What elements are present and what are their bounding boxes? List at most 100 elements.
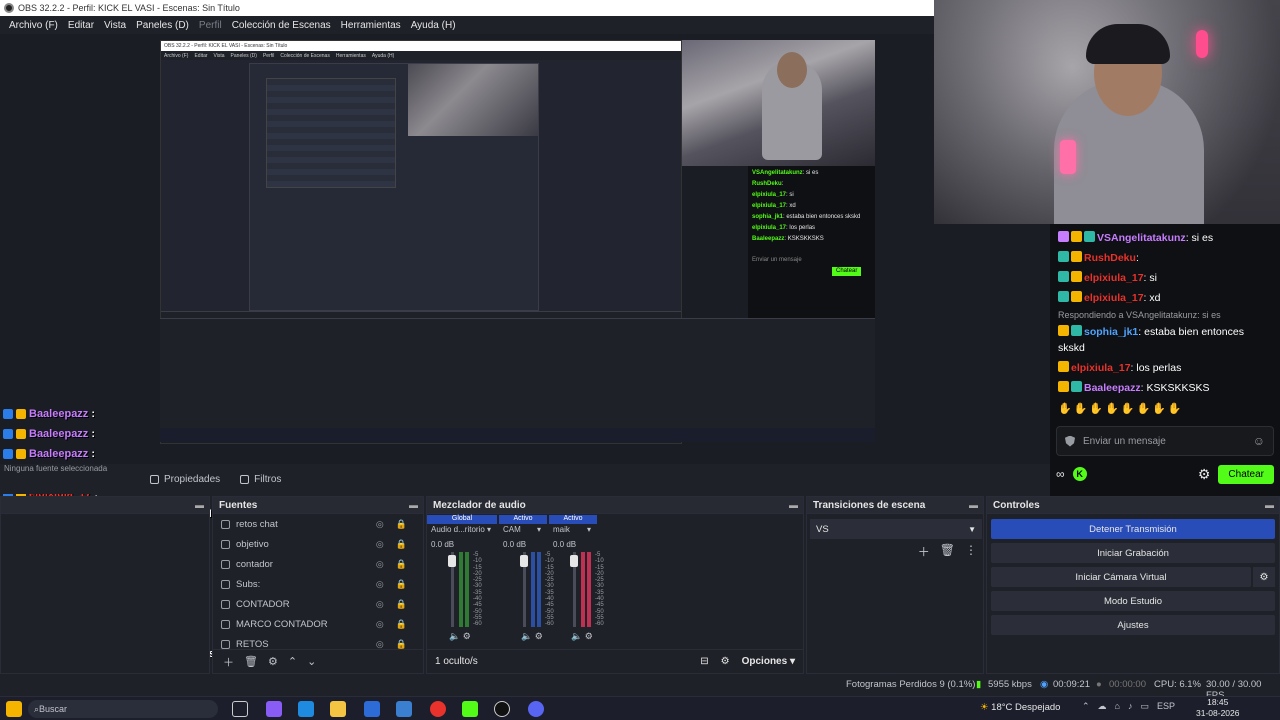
source-item[interactable]: Subs: ◎ 🔒 (213, 574, 423, 594)
lock-icon[interactable]: 🔒 (396, 599, 407, 610)
nested-chat-button: Chatear (832, 267, 862, 276)
menu-edit[interactable]: Editar (63, 20, 99, 31)
menu-scene-collection[interactable]: Colección de Escenas (227, 20, 336, 31)
volume-slider-knob[interactable] (520, 555, 528, 567)
mixer-channel-name[interactable]: Audio d...ritorio (431, 525, 485, 534)
source-item[interactable]: contador ◎ 🔒 (213, 554, 423, 574)
mixer-channel-name[interactable]: maik (553, 525, 570, 534)
chat-send-button[interactable]: Chatear (1218, 464, 1274, 484)
file-explorer-icon[interactable] (330, 701, 346, 717)
network-icon[interactable]: ⌂ (1115, 701, 1120, 712)
speaker-icon[interactable]: 🔈 (521, 631, 532, 641)
advanced-audio-icon[interactable]: ⚙ (721, 656, 730, 667)
visibility-icon[interactable]: ◎ (376, 599, 384, 610)
source-item[interactable]: retos chat ◎ 🔒 (213, 514, 423, 534)
undock-icon[interactable]: ▬ (1265, 500, 1274, 510)
discord-icon[interactable] (528, 701, 544, 717)
gear-icon[interactable]: ⚙ (1198, 466, 1211, 483)
emoji-icon[interactable]: ☺ (1253, 434, 1265, 448)
menu-docks[interactable]: Paneles (D) (131, 20, 194, 31)
taskbar-search[interactable]: ⌕ Buscar (28, 700, 218, 718)
clock[interactable]: 18:45 31-08-2026 (1196, 697, 1239, 719)
lock-icon[interactable]: 🔒 (396, 559, 407, 570)
visibility-icon[interactable]: ◎ (376, 639, 384, 650)
edge-icon[interactable] (298, 701, 314, 717)
chevron-down-icon[interactable]: ▾ (487, 525, 491, 534)
source-item[interactable]: CONTADOR ◎ 🔒 (213, 594, 423, 614)
undock-icon[interactable]: ▬ (409, 500, 418, 510)
chevron-down-icon[interactable]: ▾ (537, 525, 541, 534)
speaker-icon[interactable]: 🔈 (449, 631, 460, 641)
weather[interactable]: ☀ 18°C Despejado (980, 702, 1060, 713)
battery-icon[interactable]: ▭ (1140, 701, 1149, 712)
infinity-icon[interactable]: ∞ (1056, 467, 1065, 481)
remove-source-button[interactable]: 🗑 (244, 655, 258, 668)
language[interactable]: ESP (1157, 701, 1175, 712)
visibility-icon[interactable]: ◎ (376, 619, 384, 630)
mixer-options-button[interactable]: Opciones ▾ (742, 656, 795, 667)
stop-streaming-button[interactable]: Detener Transmisión (991, 519, 1275, 539)
filters-button[interactable]: Filtros (230, 470, 291, 489)
speaker-icon[interactable]: 🔈 (571, 631, 582, 641)
task-view-icon[interactable] (232, 701, 248, 717)
volume-slider-knob[interactable] (448, 555, 456, 567)
studio-mode-button[interactable]: Modo Estudio (991, 591, 1275, 611)
add-transition-button[interactable]: ＋ (918, 543, 930, 560)
transition-menu-button[interactable]: ⋮ (965, 543, 977, 560)
channel-actions: 🔈 ⚙ (571, 631, 593, 642)
kick-app-icon[interactable] (462, 701, 478, 717)
source-item[interactable]: objetivo ◎ 🔒 (213, 534, 423, 554)
volume-icon[interactable]: ♪ (1128, 701, 1133, 712)
transition-select[interactable]: VS ▼ (810, 519, 982, 539)
visibility-icon[interactable]: ◎ (376, 579, 384, 590)
source-type-icon (221, 559, 230, 569)
obs-taskbar-icon[interactable] (494, 701, 510, 717)
channel-gear-icon[interactable]: ⚙ (463, 631, 471, 641)
source-item[interactable]: MARCO CONTADOR ◎ 🔒 (213, 614, 423, 634)
copilot-icon[interactable] (266, 701, 282, 717)
mixer-channel-name[interactable]: CAM (503, 525, 521, 534)
virtual-camera-gear-icon[interactable]: ⚙ (1253, 567, 1275, 587)
move-down-button[interactable]: ⌄ (307, 655, 316, 668)
source-type-icon (221, 599, 230, 609)
lock-icon[interactable]: 🔒 (396, 639, 407, 650)
menu-view[interactable]: Vista (99, 20, 131, 31)
undock-icon[interactable]: ▬ (789, 500, 798, 510)
start-virtual-camera-button[interactable]: Iniciar Cámara Virtual (991, 567, 1251, 587)
meter-tick: -60 (473, 621, 482, 628)
chevron-up-icon[interactable]: ⌃ (1082, 701, 1090, 712)
visibility-icon[interactable]: ◎ (376, 539, 384, 550)
move-up-button[interactable]: ⌃ (288, 655, 297, 668)
layout-icon[interactable]: ⊟ (700, 656, 708, 667)
chevron-down-icon[interactable]: ▾ (587, 525, 591, 534)
channel-gear-icon[interactable]: ⚙ (535, 631, 543, 641)
visibility-icon[interactable]: ◎ (376, 559, 384, 570)
menu-tools[interactable]: Herramientas (336, 20, 406, 31)
menu-profile[interactable]: Perfil (194, 20, 227, 31)
visibility-icon[interactable]: ◎ (376, 519, 384, 530)
channel-gear-icon[interactable]: ⚙ (585, 631, 593, 641)
kick-icon[interactable]: K (1072, 467, 1087, 481)
menu-file[interactable]: Archivo (F) (4, 20, 63, 31)
remove-transition-button[interactable]: 🗑 (940, 543, 955, 560)
menu-help[interactable]: Ayuda (H) (406, 20, 461, 31)
chat-input[interactable]: Enviar un mensaje ☺ (1056, 426, 1274, 456)
lock-icon[interactable]: 🔒 (396, 519, 407, 530)
weather-widget-icon[interactable] (6, 701, 22, 717)
settings-button[interactable]: Ajustes (991, 615, 1275, 635)
lock-icon[interactable]: 🔒 (396, 539, 407, 550)
source-properties-button[interactable]: ⚙ (268, 655, 278, 668)
mixer-channel-status: Global (427, 515, 497, 524)
lock-icon[interactable]: 🔒 (396, 619, 407, 630)
undock-icon[interactable]: ▬ (195, 500, 204, 510)
chrome-icon[interactable] (430, 701, 446, 717)
store-icon[interactable] (364, 701, 380, 717)
undock-icon[interactable]: ▬ (969, 500, 978, 510)
volume-slider-knob[interactable] (570, 555, 578, 567)
add-source-button[interactable]: ＋ (223, 654, 234, 670)
lock-icon[interactable]: 🔒 (396, 579, 407, 590)
mail-icon[interactable] (396, 701, 412, 717)
start-recording-button[interactable]: Iniciar Grabación (991, 543, 1275, 563)
onedrive-icon[interactable]: ☁ (1098, 701, 1107, 712)
properties-button[interactable]: Propiedades (140, 470, 230, 489)
